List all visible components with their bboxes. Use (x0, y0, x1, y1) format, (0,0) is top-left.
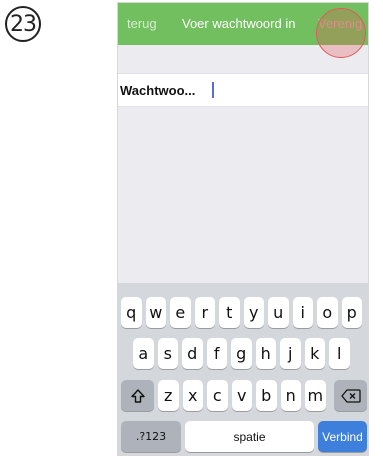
numbers-key[interactable]: .?123 (121, 421, 181, 452)
space-key[interactable]: spatie (185, 421, 314, 452)
key-c[interactable]: c (207, 380, 228, 411)
key-g[interactable]: g (231, 338, 252, 369)
key-l[interactable]: l (329, 338, 350, 369)
step-number-badge: 23 (5, 6, 41, 42)
key-t[interactable]: t (219, 297, 240, 328)
password-row[interactable]: Wachtwoo... (118, 73, 368, 107)
password-label: Wachtwoo... (120, 83, 196, 98)
key-d[interactable]: d (182, 338, 203, 369)
key-i[interactable]: i (292, 297, 313, 328)
back-button[interactable]: terug (127, 16, 157, 31)
text-cursor (212, 82, 214, 98)
key-o[interactable]: o (317, 297, 338, 328)
key-w[interactable]: w (145, 297, 166, 328)
phone-screen: terug Voer wachtwoord in Verenig Wachtwo… (117, 2, 369, 456)
key-v[interactable]: v (231, 380, 252, 411)
password-input[interactable] (208, 78, 362, 104)
backspace-icon (340, 388, 361, 403)
key-m[interactable]: m (305, 380, 326, 411)
highlight-marker (316, 8, 366, 58)
key-h[interactable]: h (255, 338, 276, 369)
backspace-key[interactable] (334, 380, 367, 411)
connect-return-key[interactable]: Verbind (318, 421, 367, 452)
key-x[interactable]: x (182, 380, 203, 411)
key-a[interactable]: a (133, 338, 154, 369)
key-r[interactable]: r (194, 297, 215, 328)
key-p[interactable]: p (341, 297, 362, 328)
key-u[interactable]: u (268, 297, 289, 328)
shift-icon (130, 388, 145, 403)
page-title: Voer wachtwoord in (182, 16, 296, 31)
key-b[interactable]: b (256, 380, 277, 411)
key-y[interactable]: y (243, 297, 264, 328)
key-s[interactable]: s (157, 338, 178, 369)
key-e[interactable]: e (170, 297, 191, 328)
key-z[interactable]: z (158, 380, 179, 411)
key-j[interactable]: j (280, 338, 301, 369)
shift-key[interactable] (121, 380, 154, 411)
keyboard: qwertyuiop asdfghjkl zxcvbnm .?123 spati… (118, 283, 368, 455)
key-f[interactable]: f (206, 338, 227, 369)
key-k[interactable]: k (304, 338, 325, 369)
key-n[interactable]: n (280, 380, 301, 411)
key-q[interactable]: q (121, 297, 142, 328)
